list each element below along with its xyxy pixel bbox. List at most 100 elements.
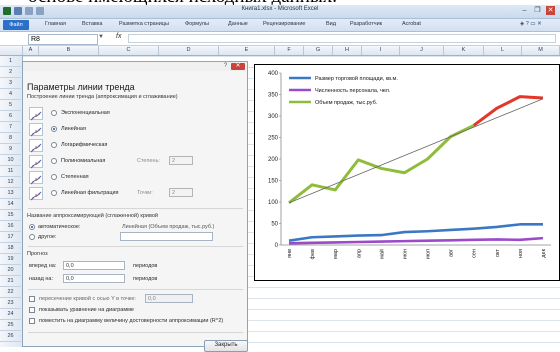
row-header[interactable]: 12 bbox=[0, 177, 21, 188]
row-header[interactable]: 10 bbox=[0, 155, 21, 166]
column-header[interactable]: L bbox=[484, 46, 522, 55]
tab-developer[interactable]: Разработчик bbox=[350, 21, 382, 27]
column-header[interactable]: K bbox=[444, 46, 484, 55]
name-box[interactable]: R8 bbox=[28, 34, 98, 45]
series-line-area bbox=[288, 223, 543, 242]
row-header[interactable]: 11 bbox=[0, 166, 21, 177]
column-header[interactable]: J bbox=[400, 46, 444, 55]
function-icon[interactable]: fx bbox=[116, 33, 121, 40]
trend-option[interactable]: Полиномиальная Степень: 2 bbox=[29, 154, 241, 170]
row-header[interactable]: 14 bbox=[0, 199, 21, 210]
x-tick-label: авг bbox=[449, 249, 455, 257]
column-header[interactable]: G bbox=[304, 46, 333, 55]
section-forecast: Прогноз bbox=[27, 251, 48, 257]
intercept-input[interactable]: 0,0 bbox=[145, 294, 193, 303]
column-header[interactable]: D bbox=[159, 46, 219, 55]
tab-formulas[interactable]: Формулы bbox=[185, 21, 209, 27]
radio-other-name[interactable] bbox=[29, 234, 35, 240]
row-header[interactable]: 8 bbox=[0, 133, 21, 144]
row-header[interactable]: 22 bbox=[0, 287, 21, 298]
restore-button[interactable]: ❐ bbox=[533, 6, 542, 15]
window-title: Книга1.xlsx - Microsoft Excel bbox=[241, 6, 319, 12]
tab-home[interactable]: Главная bbox=[45, 21, 66, 27]
trend-radio[interactable] bbox=[51, 110, 57, 116]
row-header[interactable]: 13 bbox=[0, 188, 21, 199]
column-header[interactable]: A bbox=[23, 46, 39, 55]
tab-acrobat[interactable]: Acrobat bbox=[402, 21, 421, 27]
radio-auto-name[interactable] bbox=[29, 224, 35, 230]
trend-param-stepper[interactable]: 2 bbox=[169, 156, 193, 165]
show-r2-checkbox[interactable] bbox=[29, 318, 35, 324]
column-header[interactable]: C bbox=[99, 46, 159, 55]
row-header[interactable]: 2 bbox=[0, 67, 21, 78]
tab-view[interactable]: Вид bbox=[326, 21, 336, 27]
row-header[interactable]: 6 bbox=[0, 111, 21, 122]
trend-radio[interactable] bbox=[51, 174, 57, 180]
trend-radio[interactable] bbox=[51, 158, 57, 164]
trend-type-icon bbox=[29, 171, 43, 185]
select-all-corner[interactable] bbox=[0, 46, 23, 55]
minimize-button[interactable]: – bbox=[520, 6, 529, 15]
x-tick-label: апр bbox=[356, 249, 362, 258]
trend-option-label: Экспоненциальная bbox=[61, 110, 110, 116]
row-header[interactable]: 20 bbox=[0, 265, 21, 276]
close-window-button[interactable]: ✕ bbox=[546, 6, 555, 15]
column-header[interactable]: B bbox=[39, 46, 99, 55]
row-header[interactable]: 16 bbox=[0, 221, 21, 232]
intercept-checkbox[interactable] bbox=[29, 296, 35, 302]
row-header[interactable]: 18 bbox=[0, 243, 21, 254]
chart-area[interactable]: 0 50 100 150 200 250 300 350 400 янв фев мар апр май и… bbox=[254, 64, 560, 281]
tab-page-layout[interactable]: Разметка страницы bbox=[119, 21, 169, 27]
row-header[interactable]: 15 bbox=[0, 210, 21, 221]
row-header[interactable]: 7 bbox=[0, 122, 21, 133]
trend-radio[interactable] bbox=[51, 126, 57, 132]
row-header[interactable]: 17 bbox=[0, 232, 21, 243]
row-header[interactable]: 3 bbox=[0, 78, 21, 89]
tab-review[interactable]: Рецензирование bbox=[263, 21, 305, 27]
trend-param-stepper[interactable]: 2 bbox=[169, 188, 193, 197]
line-chart: 0 50 100 150 200 250 300 350 400 янв фев мар апр май и… bbox=[268, 71, 551, 260]
tab-file[interactable]: Файл bbox=[3, 20, 29, 30]
column-header[interactable]: F bbox=[275, 46, 304, 55]
formula-input[interactable] bbox=[128, 34, 556, 43]
row-header[interactable]: 19 bbox=[0, 254, 21, 265]
row-header[interactable]: 9 bbox=[0, 144, 21, 155]
dialog-close-button[interactable]: ✕ bbox=[231, 63, 245, 70]
forward-input[interactable]: 0,0 bbox=[63, 261, 125, 270]
row-header[interactable]: 24 bbox=[0, 309, 21, 320]
trend-option[interactable]: Степенная bbox=[29, 170, 241, 186]
trend-type-icon bbox=[29, 107, 43, 121]
row-header[interactable]: 21 bbox=[0, 276, 21, 287]
backward-input[interactable]: 0,0 bbox=[63, 274, 125, 283]
tab-insert[interactable]: Вставка bbox=[82, 21, 102, 27]
column-header[interactable]: M bbox=[522, 46, 560, 55]
dialog-help-icon[interactable]: ? bbox=[222, 63, 229, 70]
row-header[interactable]: 4 bbox=[0, 89, 21, 100]
column-header[interactable]: H bbox=[333, 46, 362, 55]
trend-param-label: Точки: bbox=[137, 190, 153, 196]
show-equation-checkbox[interactable] bbox=[29, 307, 35, 313]
column-header[interactable]: I bbox=[362, 46, 400, 55]
y-tick-label: 250 bbox=[268, 136, 279, 142]
trend-option-label: Линейная фильтрация bbox=[61, 190, 119, 196]
other-name-input[interactable] bbox=[120, 232, 213, 241]
trend-option[interactable]: Линейная фильтрация Точки: 2 bbox=[29, 186, 241, 202]
trend-param-label: Степень: bbox=[137, 158, 160, 164]
y-tick-label: 300 bbox=[268, 114, 279, 120]
trend-radio[interactable] bbox=[51, 142, 57, 148]
trend-option[interactable]: Экспоненциальная bbox=[29, 106, 241, 122]
row-header[interactable]: 1 bbox=[0, 56, 21, 67]
close-dialog-button[interactable]: Закрыть bbox=[204, 340, 248, 352]
trend-option[interactable]: Линейная bbox=[29, 122, 241, 138]
row-header[interactable]: 5 bbox=[0, 100, 21, 111]
row-header[interactable]: 25 bbox=[0, 320, 21, 331]
trend-option[interactable]: Логарифмическая bbox=[29, 138, 241, 154]
tab-data[interactable]: Данные bbox=[228, 21, 248, 27]
help-icon[interactable]: ◈ ? ▭ ✕ bbox=[520, 21, 542, 27]
column-header[interactable]: E bbox=[219, 46, 275, 55]
row-header[interactable]: 23 bbox=[0, 298, 21, 309]
dropdown-arrow-icon[interactable]: ▼ bbox=[98, 34, 104, 40]
row-header[interactable]: 26 bbox=[0, 331, 21, 342]
trend-radio[interactable] bbox=[51, 190, 57, 196]
series-line-sales-forecast bbox=[472, 95, 544, 127]
